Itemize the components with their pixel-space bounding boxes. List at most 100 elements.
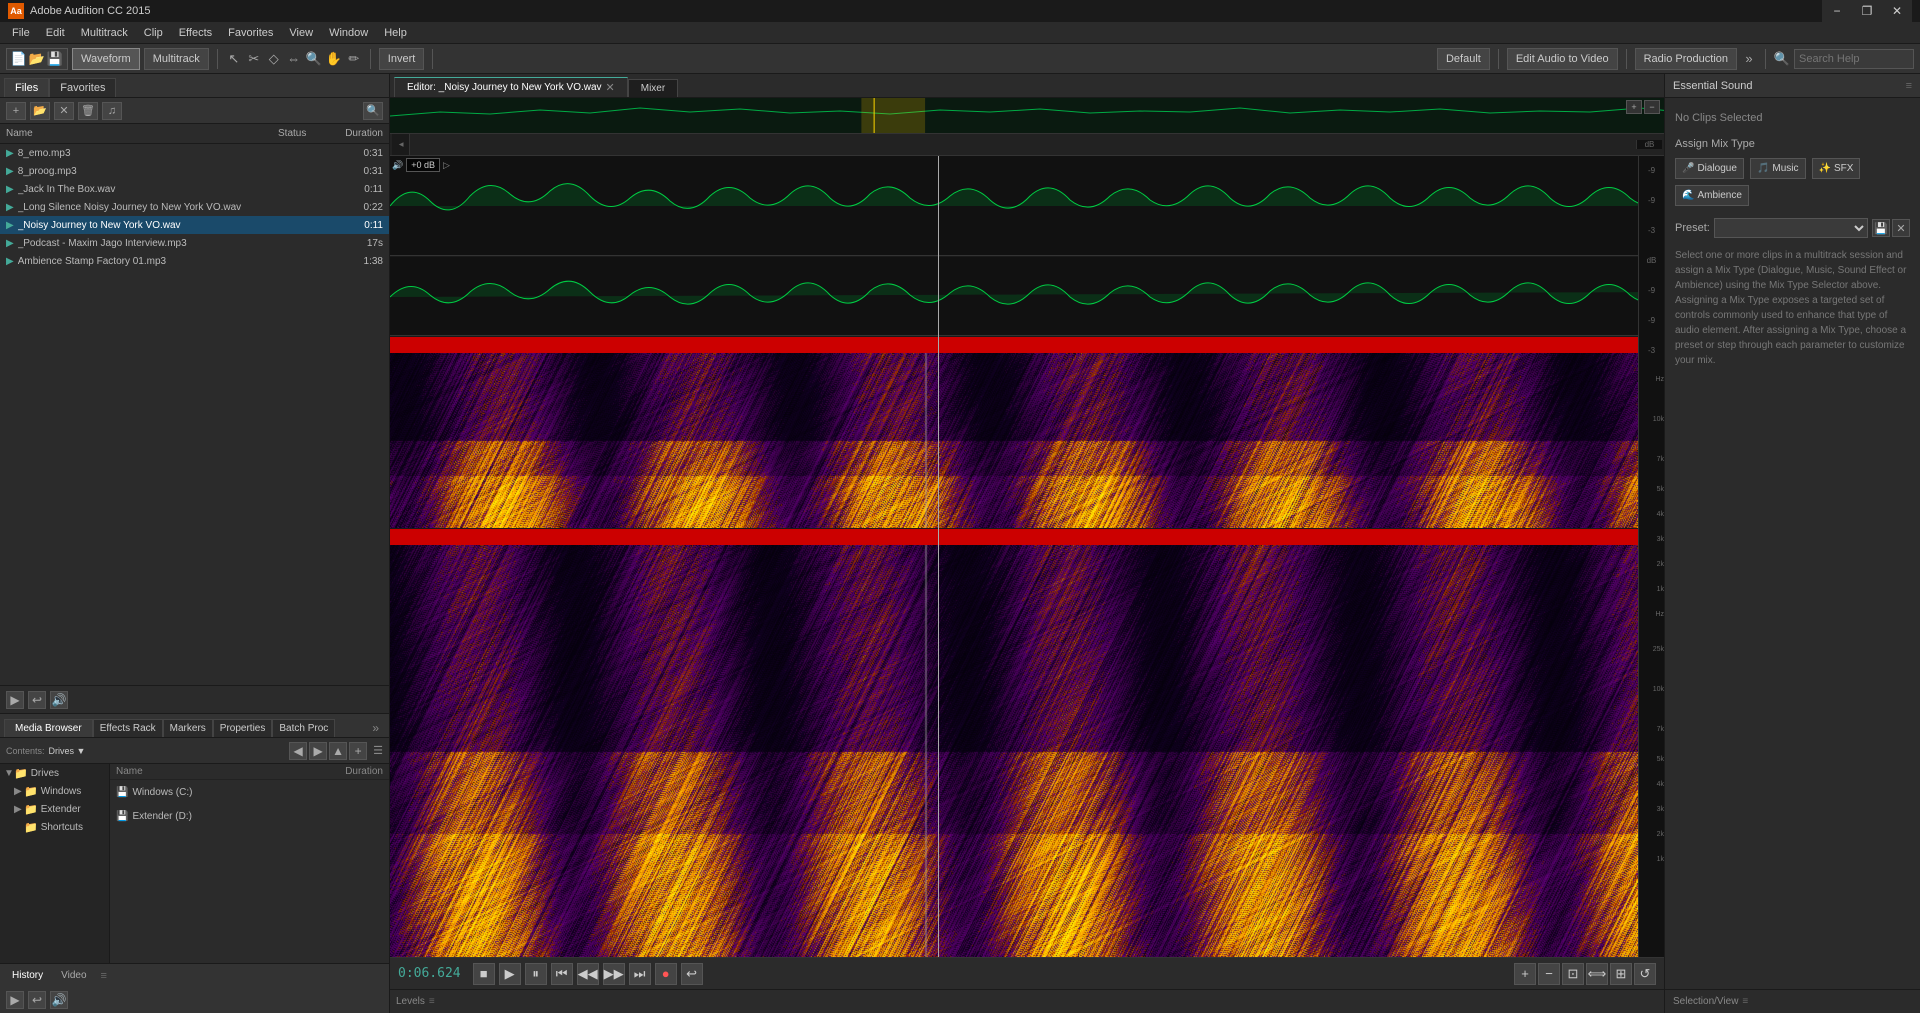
play-button[interactable]: ▶ (499, 963, 521, 985)
play-btn[interactable]: ▶ (6, 991, 24, 1009)
invert-button[interactable]: Invert (379, 48, 425, 70)
browser-options-btn[interactable]: ☰ (373, 744, 383, 757)
tab-markers[interactable]: Markers (163, 719, 213, 737)
tree-item-windows[interactable]: ▶ 📁 Windows (0, 782, 109, 800)
menu-effects[interactable]: Effects (171, 25, 220, 41)
edit-audio-to-video-button[interactable]: Edit Audio to Video (1507, 48, 1618, 70)
drive-item-windows-c[interactable]: 💾 Windows (C:) (110, 780, 389, 804)
menu-view[interactable]: View (281, 25, 321, 41)
file-loop-btn[interactable]: ↩ (28, 691, 46, 709)
tree-item-drives[interactable]: ▼ 📁 Drives (0, 764, 109, 782)
list-item[interactable]: ▶ _Podcast - Maxim Jago Interview.mp3 17… (0, 234, 389, 252)
loop-button[interactable]: ↩ (681, 963, 703, 985)
tab-properties[interactable]: Properties (213, 719, 273, 737)
skip-back-button[interactable]: ⏮ (551, 963, 573, 985)
selection-view-options[interactable]: ≡ (1742, 996, 1748, 1007)
tab-history[interactable]: History (6, 968, 49, 983)
menu-edit[interactable]: Edit (38, 25, 73, 41)
zoom-fit-btn[interactable]: ⊡ (1562, 963, 1584, 985)
overview-zoom-in[interactable]: + (1626, 100, 1642, 114)
waveform-overview[interactable]: + − (390, 98, 1664, 134)
tab-editor-main[interactable]: Editor: _Noisy Journey to New York VO.wa… (394, 77, 628, 97)
zoom-selection-btn[interactable]: ⊞ (1610, 963, 1632, 985)
nav-fwd-btn[interactable]: ▶ (309, 742, 327, 760)
list-item[interactable]: ▶ 8_proog.mp3 0:31 (0, 162, 389, 180)
slip-tool-icon[interactable]: ⇔ (286, 51, 302, 67)
drives-dropdown[interactable]: Drives ▼ (49, 746, 86, 756)
red-clip-bar-2[interactable] (390, 529, 1638, 545)
minimize-button[interactable]: − (1822, 0, 1852, 22)
razor-tool-icon[interactable]: ✂ (246, 51, 262, 67)
stop-button[interactable]: ■ (473, 963, 495, 985)
fade-tool-icon[interactable]: ◇ (266, 51, 282, 67)
tab-media-browser[interactable]: Media Browser (4, 719, 93, 737)
mix-type-sfx[interactable]: ✨ SFX (1812, 158, 1861, 179)
track-expand-btn[interactable]: ▷ (443, 160, 450, 171)
tab-mixer[interactable]: Mixer (628, 79, 678, 97)
list-item[interactable]: ▶ Ambience Stamp Factory 01.mp3 1:38 (0, 252, 389, 270)
mix-type-dialogue[interactable]: 🎤 Dialogue (1675, 158, 1744, 179)
red-clip-bar-1[interactable] (390, 337, 1638, 353)
hand-tool-icon[interactable]: ✋ (326, 51, 342, 67)
expand-icon[interactable]: » (1741, 51, 1757, 67)
menu-favorites[interactable]: Favorites (220, 25, 281, 41)
list-item[interactable]: ▶ _Noisy Journey to New York VO.wav 0:11 (0, 216, 389, 234)
tab-close-icon[interactable]: ✕ (606, 81, 615, 94)
loop-btn[interactable]: ↩ (28, 991, 46, 1009)
autoplay-btn[interactable]: ♫ (102, 102, 122, 120)
list-item[interactable]: ▶ _Long Silence Noisy Journey to New Yor… (0, 198, 389, 216)
open-file-btn[interactable]: 📂 (30, 102, 50, 120)
default-button[interactable]: Default (1437, 48, 1490, 70)
record-button[interactable]: ● (655, 963, 677, 985)
menu-multitrack[interactable]: Multitrack (73, 25, 136, 41)
search-icon[interactable]: 🔍 (1774, 51, 1790, 67)
list-item[interactable]: ▶ _Jack In The Box.wav 0:11 (0, 180, 389, 198)
zoom-out-btn[interactable]: − (1538, 963, 1560, 985)
menu-clip[interactable]: Clip (136, 25, 171, 41)
preset-select[interactable] (1714, 218, 1868, 238)
drive-item-extender-d[interactable]: 💾 Extender (D:) (110, 804, 389, 828)
menu-help[interactable]: Help (376, 25, 415, 41)
open-icon[interactable]: 📂 (29, 51, 45, 67)
mix-type-music[interactable]: 🎵 Music (1750, 158, 1806, 179)
search-files-btn[interactable]: 🔍 (363, 102, 383, 120)
nav-up-btn[interactable]: ▲ (329, 742, 347, 760)
overview-zoom-out[interactable]: − (1644, 100, 1660, 114)
radio-production-button[interactable]: Radio Production (1635, 48, 1737, 70)
zoom-full-btn[interactable]: ⟺ (1586, 963, 1608, 985)
zoom-in-btn[interactable]: + (1514, 963, 1536, 985)
zoom-reset-btn[interactable]: ↺ (1634, 963, 1656, 985)
rewind-button[interactable]: ◀◀ (577, 963, 599, 985)
select-tool-icon[interactable]: ↖ (226, 51, 242, 67)
pause-button[interactable]: ⏸ (525, 963, 547, 985)
timeline-ruler[interactable]: ▲ hms 0.5 1.0 1.5 2.0 2.5 3.0 3.5 4.0 4.… (390, 134, 1664, 156)
essential-options-btn[interactable]: ≡ (1906, 80, 1912, 92)
waveform-area[interactable]: -9 -9 -3 dB -9 -9 -3 Hz 10k 7k 5k 4k 3k … (390, 156, 1664, 957)
menu-window[interactable]: Window (321, 25, 376, 41)
skip-fwd-button[interactable]: ⏭ (629, 963, 651, 985)
nav-back-btn[interactable]: ◀ (289, 742, 307, 760)
history-options-btn[interactable]: ≡ (101, 970, 107, 982)
tab-files[interactable]: Files (4, 78, 49, 97)
levels-options[interactable]: ≡ (429, 996, 435, 1007)
delete-file-btn[interactable]: 🗑 (78, 102, 98, 120)
tree-item-shortcuts[interactable]: 📁 Shortcuts (0, 818, 109, 836)
tab-favorites[interactable]: Favorites (49, 78, 116, 97)
waveform-button[interactable]: Waveform (72, 48, 140, 70)
tab-batch-proc[interactable]: Batch Proc (272, 719, 335, 737)
expand-panel-btn[interactable]: » (366, 719, 385, 737)
file-play-btn[interactable]: ▶ (6, 691, 24, 709)
volume-btn[interactable]: 🔊 (50, 991, 68, 1009)
mix-type-ambience[interactable]: 🌊 Ambience (1675, 185, 1749, 206)
multitrack-button[interactable]: Multitrack (144, 48, 209, 70)
preset-save-btn[interactable]: 💾 (1872, 219, 1890, 237)
tree-item-extender[interactable]: ▶ 📁 Extender (0, 800, 109, 818)
tab-effects-rack[interactable]: Effects Rack (93, 719, 163, 737)
preset-delete-btn[interactable]: ✕ (1892, 219, 1910, 237)
add-favorite-btn[interactable]: + (349, 742, 367, 760)
tab-video[interactable]: Video (55, 968, 92, 983)
new-file-btn[interactable]: + (6, 102, 26, 120)
pencil-tool-icon[interactable]: ✏ (346, 51, 362, 67)
new-icon[interactable]: 📄 (11, 51, 27, 67)
save-icon[interactable]: 💾 (47, 51, 63, 67)
